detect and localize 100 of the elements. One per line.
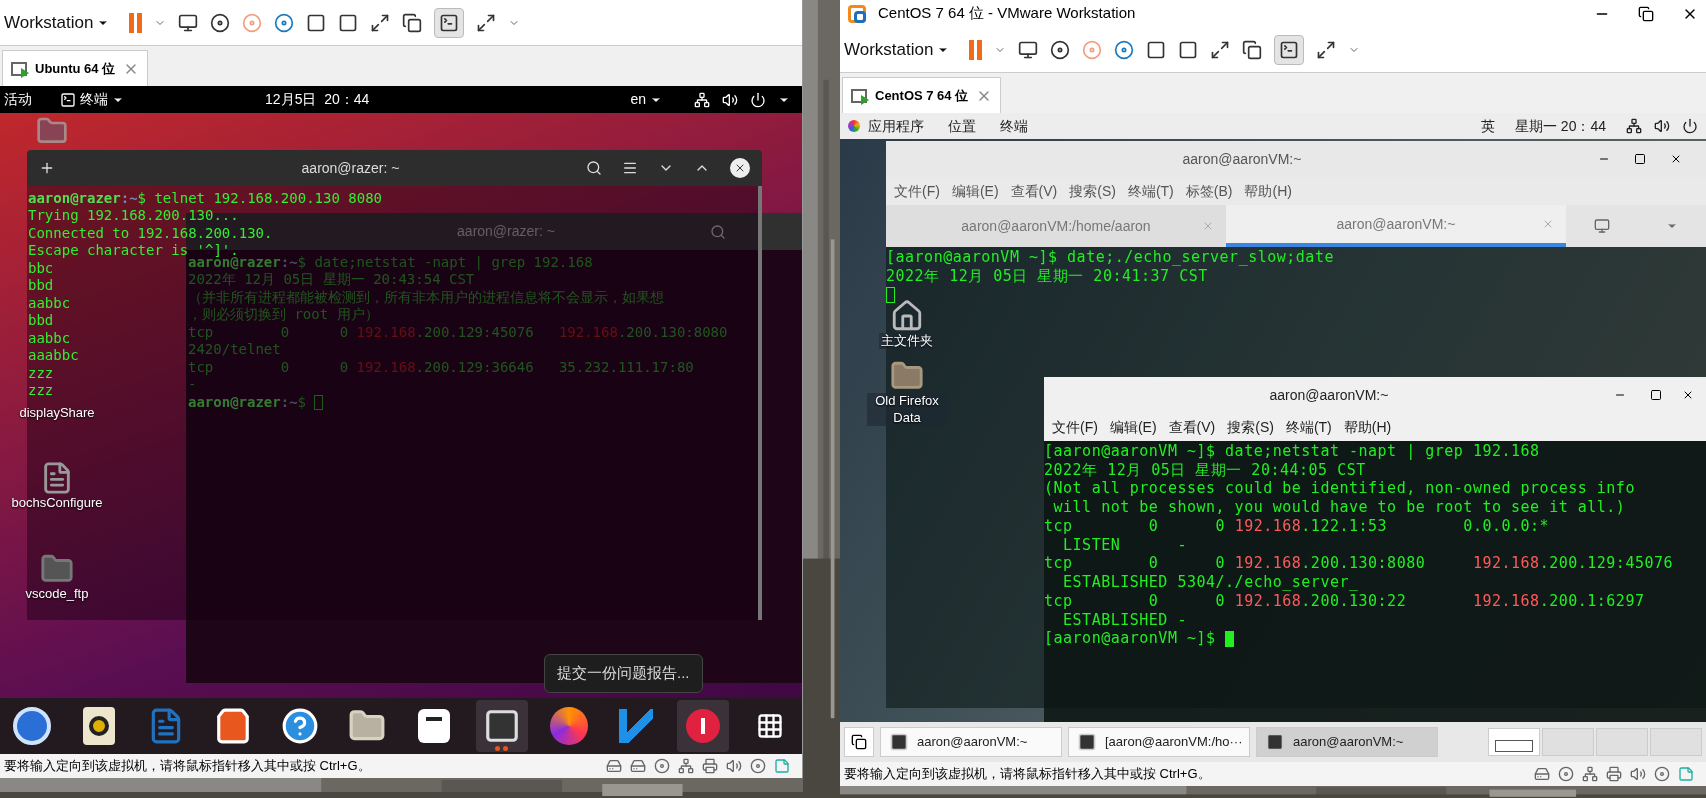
tab-label: Ubuntu 64 位 [35, 59, 116, 78]
menu-item[interactable]: 编辑(E) [1109, 416, 1157, 438]
console-button[interactable] [434, 7, 465, 38]
fullscreen-icon[interactable] [370, 12, 391, 33]
activities-button[interactable]: 活动 [4, 89, 60, 110]
fullscreen-icon[interactable] [1210, 39, 1231, 60]
tab-label: CentOS 7 64 位 [875, 86, 969, 105]
terminal-line: tcp 0 0 192.168.200.130:22 192.168.200.1:6297 [1044, 592, 1645, 610]
top-menu[interactable]: 终端 [1000, 115, 1028, 137]
pause-icon[interactable] [129, 12, 143, 33]
running-indicator [495, 746, 509, 751]
mail-app-icon[interactable] [13, 707, 51, 745]
terminal-line: ESTABLISHED 5304/./echo_server_ [1062, 574, 1359, 592]
taskbar-item[interactable]: aaron@aaronVM:~ [1256, 727, 1438, 757]
app-menu[interactable]: 终端 [60, 89, 124, 110]
browser-icon[interactable] [549, 707, 588, 745]
terminal-line: ，则必须切换到 root 用户） [188, 306, 379, 325]
printer-icon[interactable] [1606, 766, 1622, 782]
sound-icon[interactable] [1654, 118, 1670, 134]
desktop-icon-label[interactable]: bochsConfigure [9, 495, 105, 512]
menu-item[interactable]: 帮助(H) [1343, 416, 1392, 438]
console-button[interactable] [1274, 34, 1305, 65]
menu-icon[interactable] [622, 160, 638, 176]
close-icon[interactable] [1682, 389, 1694, 401]
workspace-button[interactable] [1488, 728, 1540, 756]
terminal-line: 2420/telnet [188, 341, 281, 360]
desktop-icon-label[interactable]: 主文件夹 [879, 333, 935, 350]
vm-tab[interactable]: Ubuntu 64 位 [2, 50, 149, 86]
vm-icon [851, 88, 867, 103]
keyboard-layout[interactable]: en [630, 89, 662, 110]
stretch-icon[interactable] [476, 12, 497, 33]
vm-tab[interactable]: CentOS 7 64 位 [842, 77, 1002, 113]
input-method[interactable]: 英 [1480, 115, 1495, 137]
printer-icon[interactable] [702, 758, 718, 774]
terminal-line: bbd [28, 312, 54, 331]
terminal-line: Trying 192.168.200.130... [28, 207, 239, 226]
terminal-line: aabbc [28, 329, 71, 348]
cd-icon[interactable] [654, 758, 670, 774]
terminal-line: zzz [28, 382, 54, 401]
menu-item[interactable]: 编辑(E) [951, 180, 999, 202]
menu-item[interactable]: 终端(T) [1285, 416, 1332, 438]
top-menu[interactable]: 位置 [948, 115, 976, 137]
apps-logo-icon [848, 120, 860, 132]
vmware-logo-icon [848, 4, 866, 23]
workstation-menu[interactable]: Workstation [844, 36, 958, 63]
taskbar-item[interactable]: aaron@aaronVM:~ [880, 727, 1062, 757]
editor-app-icon[interactable] [418, 709, 451, 743]
text-cursor [886, 286, 895, 304]
close-button[interactable] [730, 158, 750, 178]
app-grid-icon[interactable] [755, 712, 784, 740]
terminal-line: aaron@razer:~$ telnet 192.168.200.130 8080 [28, 189, 382, 208]
menu-item[interactable]: 搜索(S) [1227, 416, 1274, 438]
terminal-line: tcp 0 0 192.168.200.129:45076 192.168.200.130:8080 [188, 323, 728, 342]
stretch-icon[interactable] [1316, 39, 1337, 60]
terminal-line: aaron@razer:~$ [188, 393, 307, 412]
terminal-line: LISTEN - [1062, 536, 1187, 554]
menu-item[interactable]: 终端(T) [1127, 180, 1174, 202]
workstation-menu[interactable]: Workstation [4, 9, 118, 36]
maximize-icon[interactable] [1634, 153, 1646, 165]
menu-item[interactable]: 查看(V) [1010, 180, 1058, 202]
terminal-line: [aaron@aaronVM ~]$ date;./echo_server_slow;date [886, 248, 1334, 266]
help-icon[interactable] [281, 707, 320, 745]
show-desktop-button[interactable] [844, 727, 874, 757]
tooltip: 提交一份问题报告... [544, 654, 703, 693]
menu-item[interactable]: 文件(F) [894, 180, 940, 202]
windows-icon [851, 734, 867, 750]
menu-item[interactable]: 帮助(H) [1244, 180, 1292, 202]
clock[interactable]: 12月5日 20：44 [265, 89, 370, 110]
network-icon[interactable] [1626, 118, 1642, 134]
desktop-icon-label[interactable]: displayShare [17, 405, 97, 422]
terminal-icon [60, 91, 76, 108]
maximize-icon[interactable] [1650, 389, 1662, 401]
terminal-icon [1279, 39, 1300, 60]
menu-item[interactable]: 文件(F) [1052, 416, 1098, 438]
terminal-line: bbd [28, 277, 54, 296]
network-icon[interactable] [694, 91, 710, 108]
power-icon[interactable] [1682, 118, 1698, 134]
text-cursor [314, 395, 323, 411]
close-icon[interactable] [1670, 153, 1682, 165]
sound-icon[interactable] [722, 91, 738, 108]
error-report-icon[interactable] [685, 709, 720, 743]
home-folder-icon[interactable] [890, 299, 924, 333]
restore-icon[interactable] [1638, 5, 1654, 22]
music-player-icon[interactable] [83, 707, 116, 745]
taskbar-item[interactable]: [aaron@aaronVM:/ho··· [1068, 727, 1250, 757]
pause-icon[interactable] [969, 39, 983, 60]
desktop-icon-label[interactable]: vscode_ftp [23, 585, 91, 602]
menu-item[interactable]: 查看(V) [1168, 416, 1216, 438]
search-icon[interactable] [586, 160, 602, 176]
terminal-line: Connected to 192.168.200.130. [28, 224, 273, 243]
menu-item[interactable]: 搜索(S) [1069, 180, 1116, 202]
clock[interactable]: 星期一 20：44 [1514, 115, 1606, 137]
menu-item[interactable]: 标签(B) [1185, 180, 1233, 202]
window-thumbnail [1495, 740, 1533, 752]
status-text: 要将输入定向到该虚拟机，请将鼠标指针移入其中或按 Ctrl+G。 [4, 757, 372, 776]
power-icon[interactable] [750, 91, 766, 108]
cd-icon[interactable] [1558, 766, 1574, 782]
top-menu[interactable]: 应用程序 [868, 115, 924, 137]
window-title: aaron@razer: ~ [457, 222, 555, 241]
terminal-tab[interactable]: aaron@aaronVM:~ [1226, 205, 1566, 247]
